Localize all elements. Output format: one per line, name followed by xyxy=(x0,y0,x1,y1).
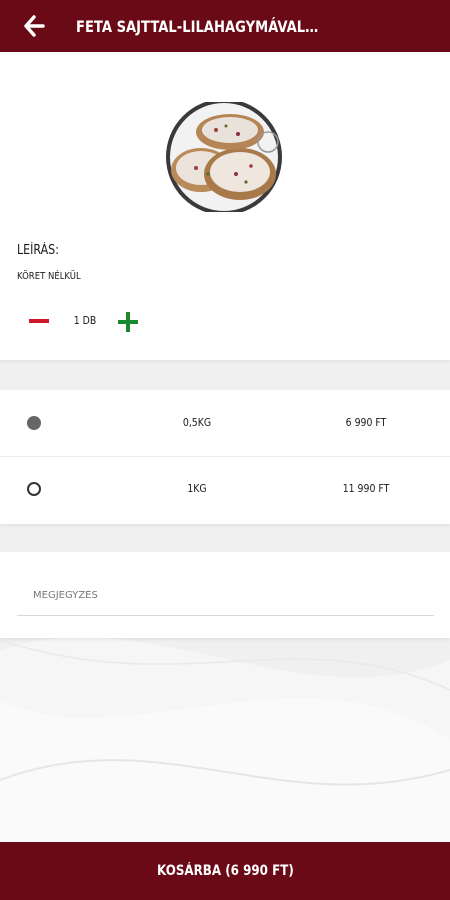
option-price: 11 990 FT xyxy=(342,482,390,495)
radio-unselected-icon[interactable] xyxy=(27,482,41,496)
product-image xyxy=(156,102,292,212)
note-input[interactable] xyxy=(17,576,434,616)
option-weight: 0,5KG xyxy=(182,416,212,429)
option-weight: 1KG xyxy=(187,482,207,495)
back-button[interactable] xyxy=(12,4,56,48)
quantity-value: 1 DB xyxy=(73,314,97,327)
page-title: FETA SAJTTAL-LILAHAGYMÁVAL TÖLTÖTT... xyxy=(76,16,322,36)
increase-quantity-button[interactable] xyxy=(116,310,140,334)
radio-selected-icon[interactable] xyxy=(27,416,41,430)
size-options-card: 0,5KG 6 990 FT 1KG 11 990 FT xyxy=(0,390,450,524)
size-option[interactable]: 0,5KG 6 990 FT xyxy=(0,390,450,456)
description-text: KÖRET NÉLKÜL xyxy=(17,271,81,282)
top-app-bar: FETA SAJTTAL-LILAHAGYMÁVAL TÖLTÖTT... xyxy=(0,0,450,52)
back-arrow-icon xyxy=(24,15,45,37)
add-to-cart-label: KOSÁRBA (6 990 FT) xyxy=(156,863,294,879)
add-to-cart-button[interactable]: KOSÁRBA (6 990 FT) xyxy=(0,842,450,900)
size-option[interactable]: 1KG 11 990 FT xyxy=(0,456,450,522)
product-card: LEÍRÁS: KÖRET NÉLKÜL 1 DB xyxy=(0,52,450,360)
description-label: LEÍRÁS: xyxy=(17,243,59,258)
note-card xyxy=(0,552,450,638)
decrease-quantity-button[interactable] xyxy=(26,310,52,332)
option-price: 6 990 FT xyxy=(345,416,387,429)
